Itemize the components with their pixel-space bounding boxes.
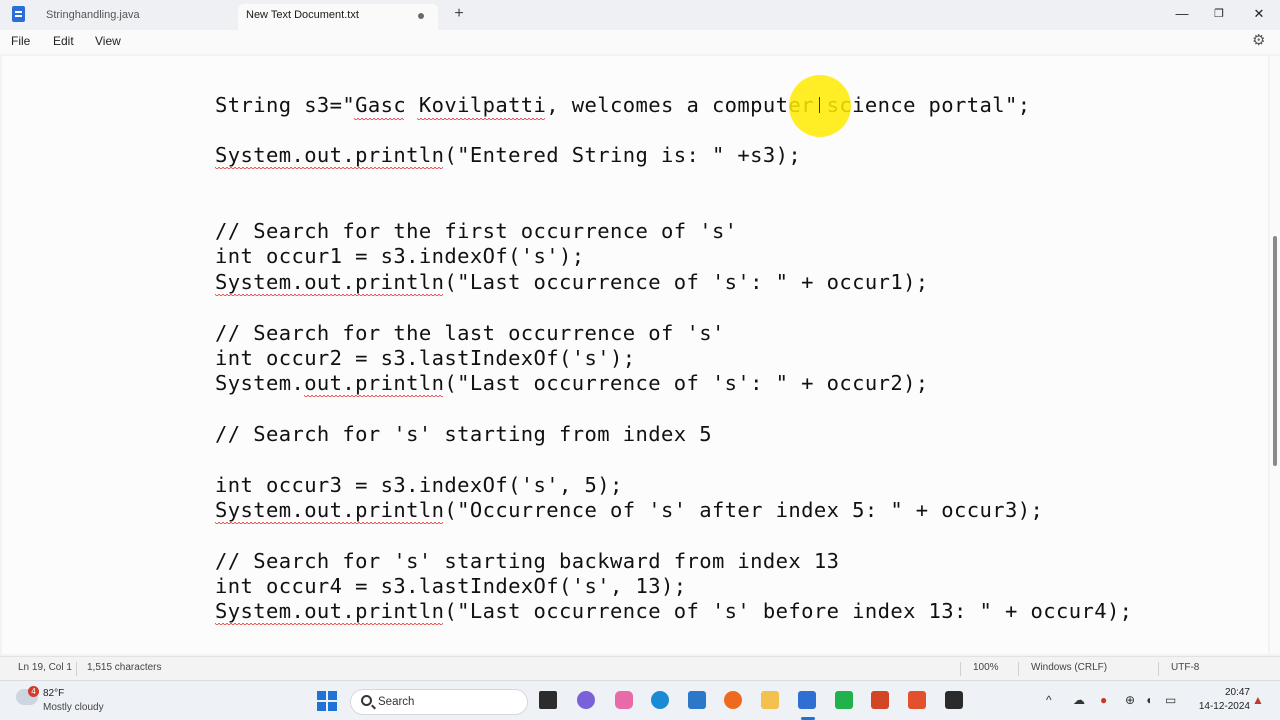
powerpoint-icon[interactable] [871, 691, 889, 709]
terminal-icon[interactable] [945, 691, 963, 709]
text-editor[interactable]: String s3="Gasc Kovilpatti, welcomes a c… [2, 56, 1268, 654]
menu-view[interactable]: View [95, 34, 121, 48]
notepad-icon[interactable] [798, 691, 816, 709]
character-count: 1,515 characters [87, 662, 162, 673]
unsaved-dot-icon[interactable] [418, 13, 424, 19]
clock-time[interactable]: 20:47 [1206, 687, 1250, 698]
store-icon[interactable] [688, 691, 706, 709]
file-explorer-icon[interactable] [761, 691, 779, 709]
copilot-icon[interactable] [577, 691, 595, 709]
edge-icon[interactable] [651, 691, 669, 709]
divider [960, 662, 961, 676]
cloud-sync-icon[interactable]: ☁ [1073, 693, 1085, 707]
encoding[interactable]: UTF-8 [1171, 662, 1199, 673]
code-line: System.out.println("Occurrence of 's' af… [215, 498, 1044, 522]
code-line: System.out.println("Last occurrence of '… [215, 270, 929, 294]
spellcheck-underline [215, 623, 443, 626]
tab-label: Stringhandling.java [46, 9, 140, 21]
code-line: int occur2 = s3.lastIndexOf('s'); [215, 346, 636, 370]
m365-icon[interactable] [615, 691, 633, 709]
battery-icon[interactable]: ▭ [1165, 693, 1176, 707]
clock-date[interactable]: 14-12-2024 [1192, 701, 1250, 712]
settings-gear-icon[interactable]: ⚙ [1252, 33, 1268, 49]
tab-new-text-document[interactable]: New Text Document.txt [238, 4, 438, 30]
taskbar: 4 82°F Mostly cloudy Search ^ ☁ ● ⊕ ◖ ▭ … [0, 680, 1280, 720]
tab-stringhandling[interactable]: Stringhandling.java [38, 4, 238, 30]
spellcheck-underline [417, 118, 545, 121]
start-windows-icon[interactable] [317, 691, 337, 711]
line-ending[interactable]: Windows (CRLF) [1031, 662, 1107, 673]
zoom-level[interactable]: 100% [973, 662, 999, 673]
minimize-button[interactable]: — [1162, 2, 1202, 26]
code-line: int occur3 = s3.indexOf('s', 5); [215, 473, 623, 497]
search-icon [361, 695, 372, 706]
spellcheck-underline [215, 294, 443, 297]
vertical-scrollbar[interactable] [1270, 56, 1280, 654]
title-bar: Stringhandling.java New Text Document.tx… [0, 0, 1280, 30]
code-line: String s3="Gasc Kovilpatti, welcomes a c… [215, 93, 1031, 117]
code-line: // Search for 's' starting backward from… [215, 549, 840, 573]
code-line: System.out.println("Last occurrence of '… [215, 371, 929, 395]
cursor-position: Ln 19, Col 1 [18, 662, 72, 673]
code-line: // Search for the first occurrence of 's… [215, 219, 738, 243]
menu-bar: File Edit View ⚙ [0, 30, 1280, 54]
code-line: // Search for the last occurrence of 's' [215, 321, 725, 345]
status-bar: Ln 19, Col 1 1,515 characters 100% Windo… [0, 656, 1280, 680]
tray-overflow-chevron-icon[interactable]: ^ [1046, 693, 1052, 707]
code-line: int occur1 = s3.indexOf('s'); [215, 244, 585, 268]
weather-condition[interactable]: Mostly cloudy [43, 702, 104, 713]
weather-temperature[interactable]: 82°F [43, 688, 64, 699]
feedback-icon[interactable] [908, 691, 926, 709]
divider [1018, 662, 1019, 676]
menu-file[interactable]: File [11, 34, 30, 48]
microphone-icon[interactable]: ● [1100, 693, 1107, 707]
menu-edit[interactable]: Edit [53, 34, 74, 48]
new-tab-button[interactable]: + [450, 4, 468, 24]
scrollbar-thumb[interactable] [1273, 236, 1277, 466]
notification-bell-icon[interactable]: ▲ [1252, 693, 1264, 707]
network-globe-icon[interactable]: ⊕ [1125, 693, 1135, 707]
code-line: System.out.println("Entered String is: "… [215, 143, 802, 167]
code-line: // Search for 's' starting from index 5 [215, 422, 712, 446]
spellcheck-underline [215, 167, 443, 170]
tab-label: New Text Document.txt [246, 9, 359, 21]
ibeam-cursor-icon [819, 97, 822, 113]
volume-icon[interactable]: ◖ [1145, 693, 1152, 707]
spellcheck-underline [304, 395, 443, 398]
code-line: System.out.println("Last occurrence of '… [215, 599, 1133, 623]
weather-badge: 4 [28, 686, 39, 697]
firefox-icon[interactable] [724, 691, 742, 709]
taskbar-search[interactable]: Search [350, 689, 528, 715]
spellcheck-underline [354, 118, 404, 121]
maximize-button[interactable]: ❐ [1199, 2, 1239, 26]
close-button[interactable]: ✕ [1239, 2, 1279, 26]
notepad-app-icon [12, 6, 25, 22]
spellcheck-underline [215, 522, 443, 525]
task-view-icon[interactable] [539, 691, 557, 709]
divider [1158, 662, 1159, 676]
pycharm-icon[interactable] [835, 691, 853, 709]
divider [76, 662, 77, 676]
code-line: int occur4 = s3.lastIndexOf('s', 13); [215, 574, 687, 598]
search-placeholder: Search [378, 696, 415, 708]
